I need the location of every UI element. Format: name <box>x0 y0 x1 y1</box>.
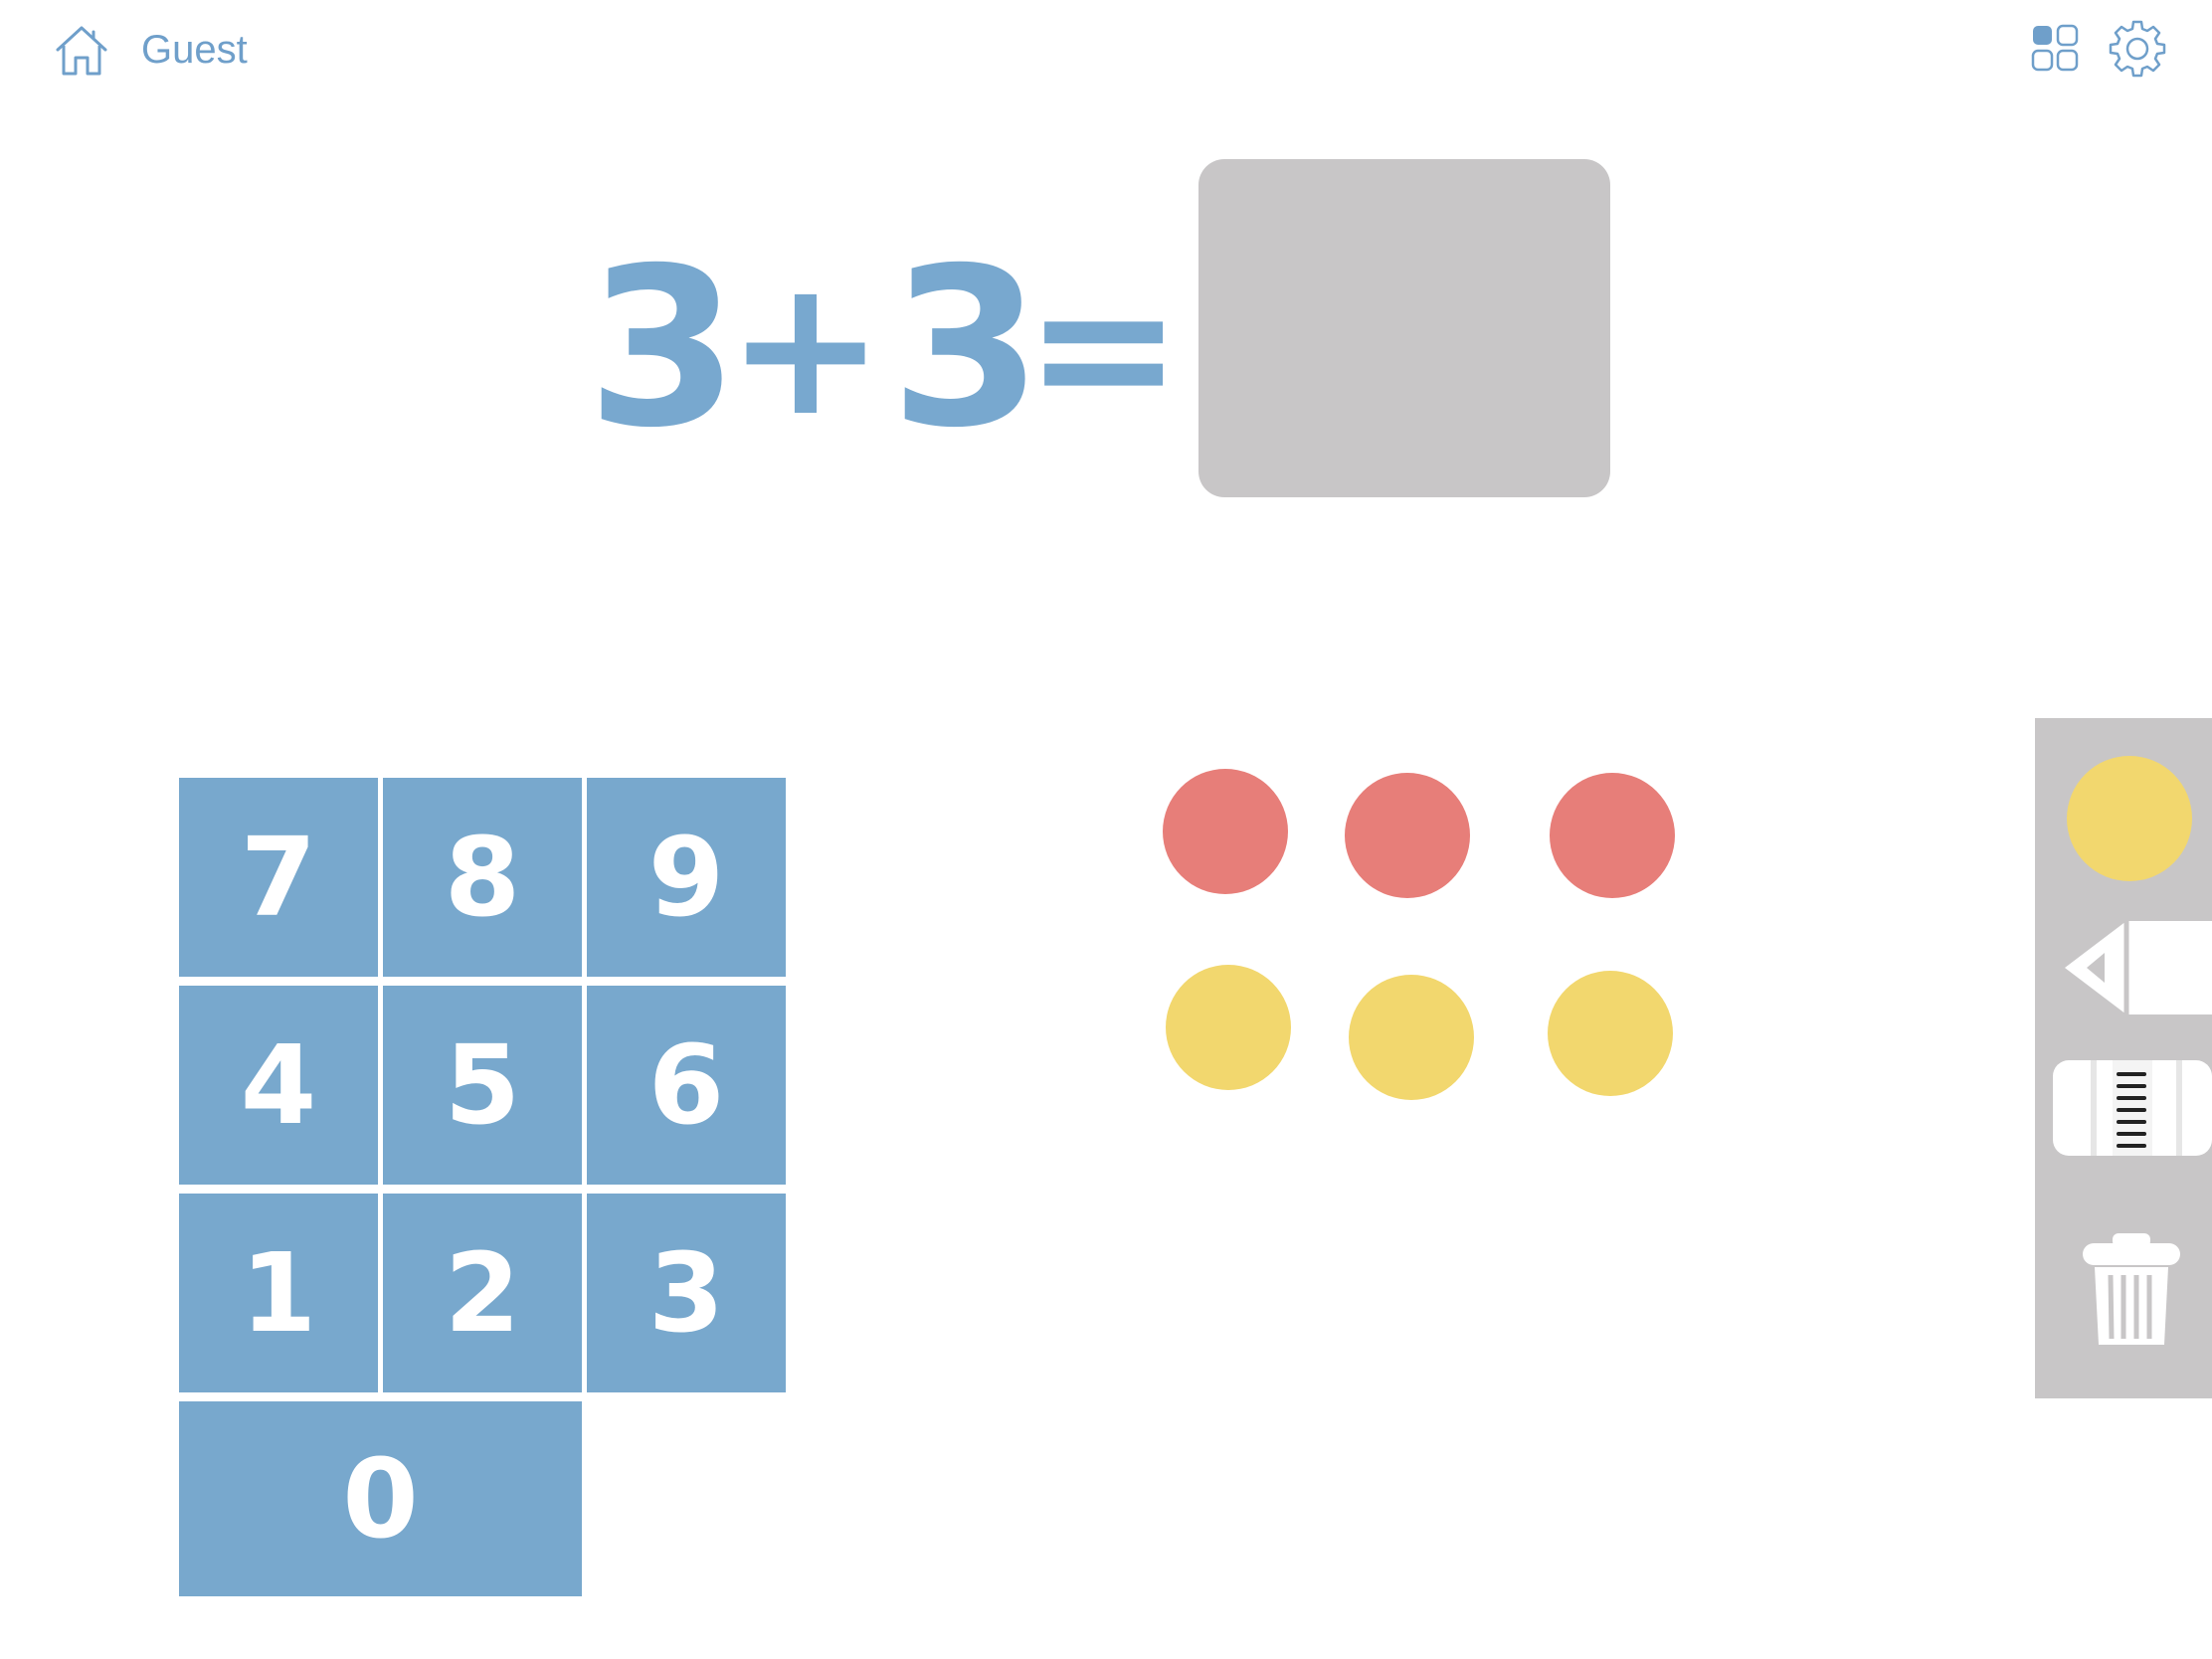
key-3[interactable]: 3 <box>587 1194 786 1392</box>
home-button[interactable] <box>54 24 109 78</box>
grid-icon <box>2031 24 2079 72</box>
key-6[interactable]: 6 <box>587 986 786 1185</box>
yellow-counter[interactable] <box>1548 971 1673 1096</box>
tool-panel <box>2035 718 2212 1398</box>
key-0[interactable]: 0 <box>179 1401 582 1596</box>
settings-button[interactable] <box>2107 18 2168 80</box>
trash-icon <box>2083 1233 2180 1345</box>
pencil-icon <box>2065 921 2212 1014</box>
grid-button[interactable] <box>2031 24 2079 72</box>
home-icon <box>56 26 107 76</box>
key-2[interactable]: 2 <box>383 1194 582 1392</box>
eraser-tool[interactable] <box>2051 1058 2212 1158</box>
red-counter[interactable] <box>1163 769 1288 894</box>
key-1[interactable]: 1 <box>179 1194 378 1392</box>
yellow-counter-icon <box>2067 756 2192 881</box>
red-counter[interactable] <box>1550 773 1675 898</box>
key-5[interactable]: 5 <box>383 986 582 1185</box>
red-counter[interactable] <box>1345 773 1470 898</box>
equation-equals: = <box>1024 238 1184 458</box>
equation: 3 + 3 = <box>587 219 1184 477</box>
yellow-counter[interactable] <box>1349 975 1474 1100</box>
answer-box[interactable] <box>1198 159 1610 497</box>
equation-operator: + <box>726 238 885 458</box>
trash-button[interactable] <box>2081 1231 2182 1351</box>
key-8[interactable]: 8 <box>383 778 582 977</box>
yellow-counter-tool[interactable] <box>2065 754 2194 883</box>
equation-operand-a: 3 <box>587 221 740 475</box>
gear-icon <box>2109 20 2166 78</box>
eraser-icon <box>2053 1060 2212 1156</box>
key-7[interactable]: 7 <box>179 778 378 977</box>
user-name-label[interactable]: Guest <box>141 22 248 78</box>
key-9[interactable]: 9 <box>587 778 786 977</box>
yellow-counter[interactable] <box>1166 965 1291 1090</box>
pencil-tool[interactable] <box>2057 917 2212 1020</box>
key-4[interactable]: 4 <box>179 986 378 1185</box>
equation-operand-b: 3 <box>890 221 1043 475</box>
